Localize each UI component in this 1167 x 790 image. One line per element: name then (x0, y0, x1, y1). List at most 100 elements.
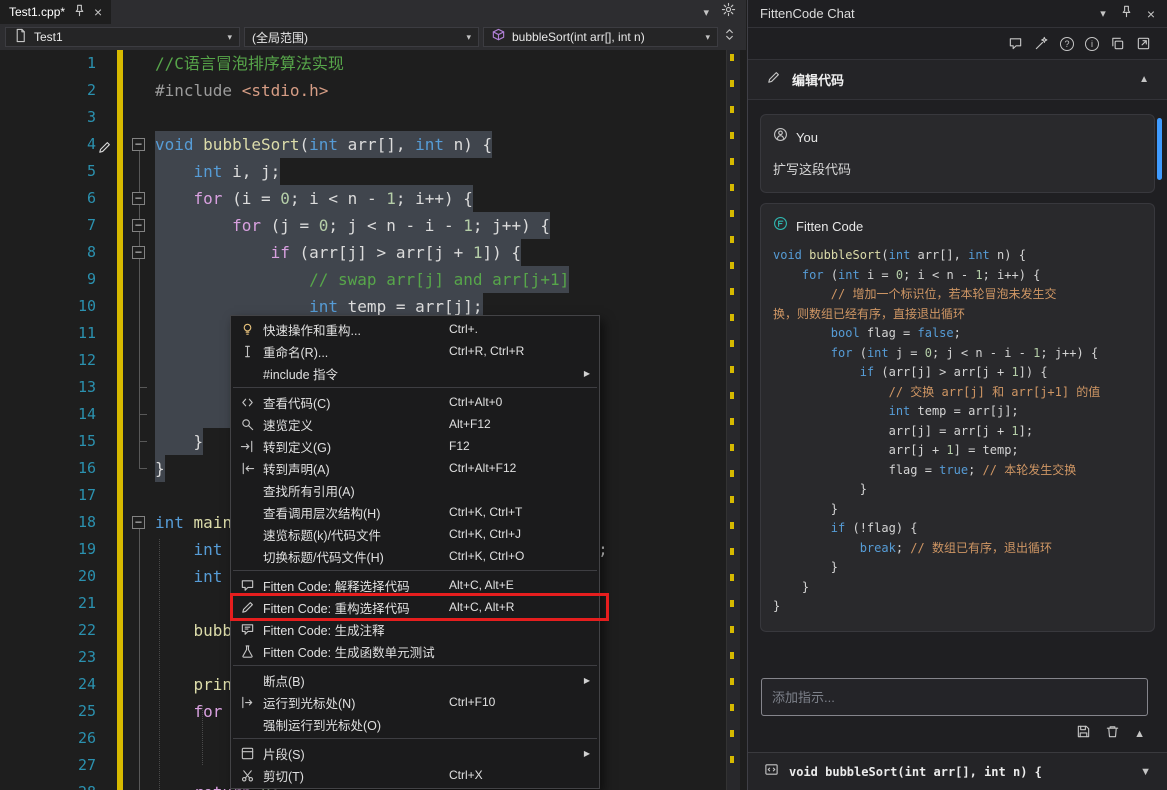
line-number[interactable]: 7 (0, 212, 96, 239)
menu-item[interactable]: 转到声明(A)Ctrl+Alt+F12 (231, 457, 599, 479)
editor-line[interactable]: 8 − if (arr[j] > arr[j + 1]) { (0, 239, 726, 266)
comment-icon[interactable] (1008, 36, 1023, 51)
code-text[interactable]: } (155, 428, 203, 455)
line-number[interactable]: 21 (0, 590, 96, 617)
line-number[interactable]: 8 (0, 239, 96, 266)
line-number[interactable]: 16 (0, 455, 96, 482)
selected-code-footer[interactable]: void bubbleSort(int arr[], int n) { ▼ (748, 752, 1167, 790)
line-number[interactable]: 25 (0, 698, 96, 725)
chevron-down-icon[interactable]: ▾ (703, 6, 709, 19)
menu-item[interactable]: Fitten Code: 生成注释 (231, 618, 599, 640)
line-number[interactable]: 27 (0, 752, 96, 779)
line-number[interactable]: 2 (0, 77, 96, 104)
editor-line[interactable]: 4 −void bubbleSort(int arr[], int n) { (0, 131, 726, 158)
line-number[interactable]: 15 (0, 428, 96, 455)
panel-scrollbar[interactable] (1157, 118, 1162, 180)
menu-item[interactable]: 查找所有引用(A) (231, 479, 599, 501)
collapse-input-icon[interactable]: ▲ (1134, 728, 1145, 740)
menu-item[interactable]: 查看调用层次结构(H)Ctrl+K, Ctrl+T (231, 501, 599, 523)
code-text[interactable]: #include <stdio.h> (155, 77, 328, 104)
line-number[interactable]: 26 (0, 725, 96, 752)
line-number[interactable]: 24 (0, 671, 96, 698)
chevron-down-icon[interactable]: ▾ (1100, 7, 1106, 20)
editor-line[interactable]: 9 // swap arr[j] and arr[j+1] (0, 266, 726, 293)
menu-item[interactable]: 重命名(R)...Ctrl+R, Ctrl+R (231, 340, 599, 362)
editor-scrollbar[interactable] (726, 50, 740, 790)
editor-line[interactable]: 7 − for (j = 0; j < n - i - 1; j++) { (0, 212, 726, 239)
fold-collapse-icon[interactable]: − (132, 516, 145, 529)
editor-line[interactable]: 6 − for (i = 0; i < n - 1; i++) { (0, 185, 726, 212)
close-icon[interactable]: × (1147, 7, 1155, 21)
wand-icon[interactable] (1034, 36, 1049, 51)
menu-item[interactable]: 强制运行到光标处(O) (231, 713, 599, 735)
editor-line[interactable]: 2 #include <stdio.h> (0, 77, 726, 104)
fold-collapse-icon[interactable]: − (132, 246, 145, 259)
close-icon[interactable]: × (94, 5, 102, 19)
menu-item[interactable]: 速览标题(k)/代码文件Ctrl+K, Ctrl+J (231, 523, 599, 545)
menu-item[interactable]: Fitten Code: 重构选择代码Alt+C, Alt+R (231, 596, 599, 618)
save-icon[interactable] (1076, 724, 1091, 744)
line-number[interactable]: 13 (0, 374, 96, 401)
line-number[interactable]: 17 (0, 482, 96, 509)
line-number[interactable]: 9 (0, 266, 96, 293)
scope-dropdown[interactable]: (全局范围) ▾ (244, 27, 479, 47)
code-text[interactable]: void bubbleSort(int arr[], int n) { (155, 131, 492, 158)
menu-item[interactable]: 片段(S)▶ (231, 742, 599, 764)
line-number[interactable]: 6 (0, 185, 96, 212)
navigate-icon[interactable] (722, 27, 737, 47)
menu-item[interactable]: #include 指令▶ (231, 362, 599, 384)
code-text[interactable]: if (arr[j] > arr[j + 1]) { (155, 239, 521, 266)
menu-item[interactable]: Fitten Code: 解释选择代码Alt+C, Alt+E (231, 574, 599, 596)
code-text[interactable]: } (155, 401, 242, 428)
trash-icon[interactable] (1105, 724, 1120, 744)
help-icon[interactable]: ? (1060, 37, 1074, 51)
code-text[interactable]: //C语言冒泡排序算法实现 (155, 50, 344, 77)
editor-line[interactable]: 1 //C语言冒泡排序算法实现 (0, 50, 726, 77)
line-number[interactable]: 11 (0, 320, 96, 347)
info-icon[interactable]: i (1085, 37, 1099, 51)
menu-item[interactable]: 运行到光标处(N)Ctrl+F10 (231, 691, 599, 713)
menu-item[interactable]: 断点(B)▶ (231, 669, 599, 691)
line-number[interactable]: 4 (0, 131, 96, 158)
line-number[interactable]: 10 (0, 293, 96, 320)
code-text[interactable]: int i, j; (155, 158, 280, 185)
line-number[interactable]: 1 (0, 50, 96, 77)
copy-icon[interactable] (1110, 36, 1125, 51)
project-dropdown[interactable]: Test1 ▾ (5, 27, 240, 47)
code-text[interactable]: // swap arr[j] and arr[j+1] (155, 266, 569, 293)
fold-collapse-icon[interactable]: − (132, 138, 145, 151)
pin-icon[interactable] (72, 3, 87, 21)
code-text[interactable]: for (i = 0; i < n - 1; i++) { (155, 185, 473, 212)
line-number[interactable]: 23 (0, 644, 96, 671)
line-number[interactable]: 12 (0, 347, 96, 374)
menu-item[interactable]: 转到定义(G)F12 (231, 435, 599, 457)
menu-item[interactable]: 速览定义Alt+F12 (231, 413, 599, 435)
code-text[interactable]: for (j = 0; j < n - i - 1; j++) { (155, 212, 550, 239)
pin-icon[interactable] (1119, 4, 1134, 24)
edit-code-section-header[interactable]: 编辑代码 ▲ (748, 60, 1167, 100)
editor-line[interactable]: 5 int i, j; (0, 158, 726, 185)
menu-item[interactable]: Fitten Code: 生成函数单元测试 (231, 640, 599, 662)
open-icon[interactable] (1136, 36, 1151, 51)
symbol-dropdown[interactable]: bubbleSort(int arr[], int n) ▾ (483, 27, 718, 47)
menu-item[interactable]: 剪切(T)Ctrl+X (231, 764, 599, 786)
tab-test1cpp[interactable]: Test1.cpp* × (0, 0, 111, 24)
chat-input[interactable] (761, 678, 1148, 716)
menu-item[interactable]: 快速操作和重构...Ctrl+. (231, 318, 599, 340)
menu-item[interactable]: 切换标题/代码文件(H)Ctrl+K, Ctrl+O (231, 545, 599, 567)
expand-footer-icon[interactable]: ▼ (1140, 766, 1151, 778)
gear-icon[interactable] (721, 2, 736, 22)
fold-collapse-icon[interactable]: − (132, 219, 145, 232)
line-number[interactable]: 18 (0, 509, 96, 536)
code-text[interactable]: } (155, 455, 165, 482)
line-number[interactable]: 20 (0, 563, 96, 590)
line-number[interactable]: 5 (0, 158, 96, 185)
line-number[interactable]: 22 (0, 617, 96, 644)
line-number[interactable]: 28 (0, 779, 96, 790)
menu-item[interactable]: 查看代码(C)Ctrl+Alt+0 (231, 391, 599, 413)
line-number[interactable]: 14 (0, 401, 96, 428)
line-number[interactable]: 3 (0, 104, 96, 131)
fold-collapse-icon[interactable]: − (132, 192, 145, 205)
editor-line[interactable]: 3 (0, 104, 726, 131)
line-number[interactable]: 19 (0, 536, 96, 563)
